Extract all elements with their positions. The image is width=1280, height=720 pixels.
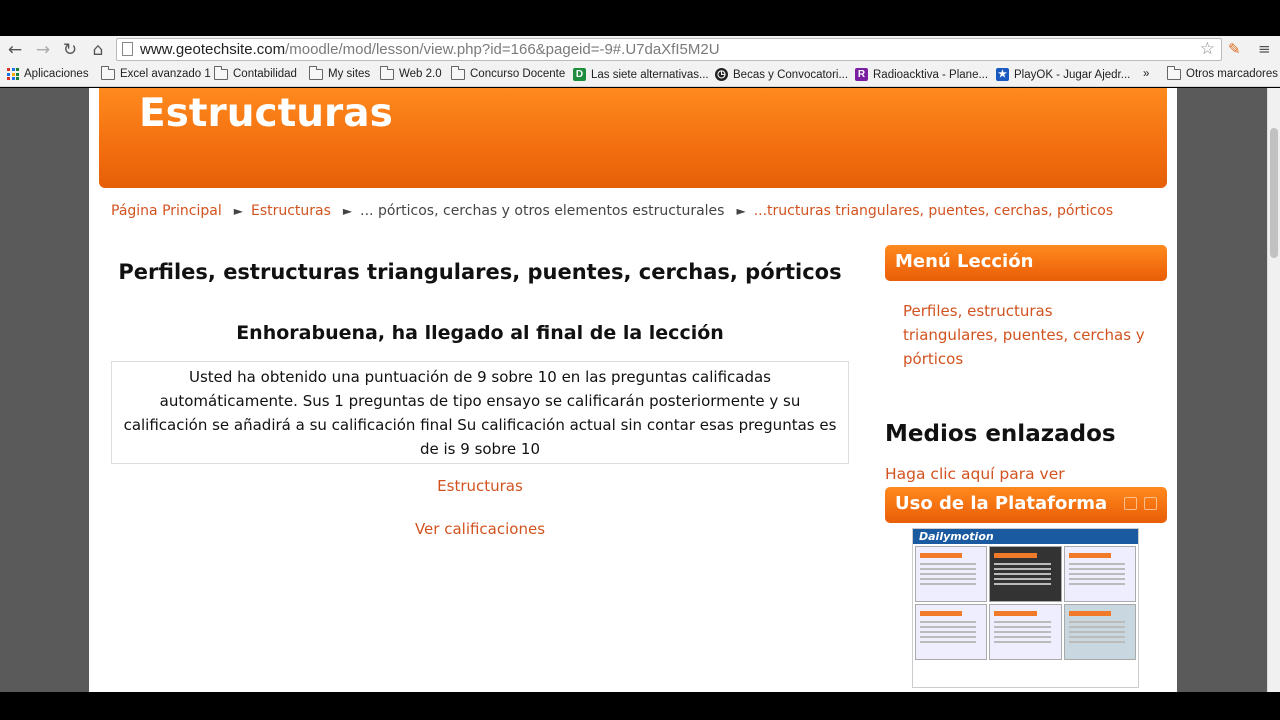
page-viewport: Estructuras Página Principal ► Estructuras… xyxy=(0,88,1280,692)
view-grades-link[interactable]: Ver calificaciones xyxy=(111,520,849,538)
lesson-title: Perfiles, estructuras triangulares, puen… xyxy=(118,260,842,284)
course-banner: Estructuras xyxy=(99,88,1167,188)
breadcrumb-course[interactable]: Estructuras xyxy=(251,203,331,219)
thumb-tile xyxy=(915,546,988,602)
address-bar[interactable]: www.geotechsite.com/moodle/mod/lesson/vi… xyxy=(116,38,1222,61)
breadcrumb-arrow-icon: ► xyxy=(342,204,353,218)
bookmarks-overflow-button[interactable]: » xyxy=(1143,68,1149,80)
bookmark-concurso[interactable]: Concurso Docente xyxy=(451,65,565,80)
video-thumbnail[interactable]: Dailymotion xyxy=(912,528,1139,688)
folder-icon xyxy=(214,65,228,80)
lesson-content: Perfiles, estructuras triangulares, puen… xyxy=(111,238,849,538)
back-arrow-icon[interactable]: ← xyxy=(4,39,26,61)
lesson-menu-item[interactable]: Perfiles, estructuras triangulares, puen… xyxy=(885,299,1167,371)
bookmark-web20[interactable]: Web 2.0 xyxy=(380,65,442,80)
thumb-tile xyxy=(915,604,988,660)
page-scrollbar[interactable] xyxy=(1267,88,1280,692)
window-bottom-bar xyxy=(0,692,1280,720)
folder-icon xyxy=(309,65,323,80)
apps-icon xyxy=(7,68,19,80)
thumb-tile xyxy=(989,604,1062,660)
bookmark-otros-marcadores[interactable]: Otros marcadores xyxy=(1167,65,1278,80)
course-title: Estructuras xyxy=(139,91,393,136)
folder-icon xyxy=(1167,65,1181,80)
breadcrumb-home[interactable]: Página Principal xyxy=(111,203,222,219)
breadcrumb: Página Principal ► Estructuras ► ... pórtico… xyxy=(111,203,1113,219)
home-icon[interactable]: ⌂ xyxy=(87,39,109,61)
breadcrumb-arrow-icon: ► xyxy=(736,204,746,218)
bookmark-playok[interactable]: ★ PlayOK - Jugar Ajedr... xyxy=(996,68,1130,81)
congrats-heading: Enhorabuena, ha llegado al final de la l… xyxy=(236,322,724,344)
d-favicon-icon: D xyxy=(573,68,586,81)
star-favicon-icon: ★ xyxy=(996,68,1009,81)
thumb-tile xyxy=(1063,546,1136,602)
linked-media-heading: Medios enlazados xyxy=(885,421,1116,447)
breadcrumb-lesson[interactable]: ...tructuras triangulares, puentes, cerc… xyxy=(754,203,1113,219)
folder-icon xyxy=(451,65,465,80)
moodle-page: Estructuras Página Principal ► Estructuras… xyxy=(89,88,1177,692)
lesson-menu-heading: Menú Lección xyxy=(885,245,1167,281)
bookmark-aplicaciones[interactable]: Aplicaciones xyxy=(7,68,89,80)
clock-favicon-icon: ◷ xyxy=(715,68,728,81)
folder-icon xyxy=(101,65,115,80)
bookmark-siete-alternativas[interactable]: D Las siete alternativas... xyxy=(573,68,709,81)
folder-icon xyxy=(380,65,394,80)
scrollbar-thumb[interactable] xyxy=(1270,128,1278,258)
url-text: www.geotechsite.com/moodle/mod/lesson/vi… xyxy=(140,41,720,58)
thumb-tile xyxy=(989,546,1062,602)
page-icon xyxy=(122,42,133,56)
reload-icon[interactable]: ↻ xyxy=(59,39,81,61)
breadcrumb-section: ... pórticos, cerchas y otros elementos … xyxy=(360,203,725,219)
thumb-tile xyxy=(1063,604,1136,660)
extension-icon[interactable]: ✎ xyxy=(1228,40,1241,58)
bookmark-star-icon[interactable]: ☆ xyxy=(1200,39,1215,59)
bookmark-becas[interactable]: ◷ Becas y Convocatori... xyxy=(715,68,848,81)
r-favicon-icon: R xyxy=(855,68,868,81)
course-link[interactable]: Estructuras xyxy=(111,477,849,495)
thumbnail-grid xyxy=(913,544,1138,662)
bookmark-radioacktiva[interactable]: R Radioacktiva - Plane... xyxy=(855,68,988,81)
dailymotion-logo: Dailymotion xyxy=(913,529,1138,544)
score-box: Usted ha obtenido una puntuación de 9 so… xyxy=(111,361,849,464)
bookmark-my-sites[interactable]: My sites xyxy=(309,65,370,80)
window-top-bar xyxy=(0,0,1280,36)
bookmark-contabilidad[interactable]: Contabilidad xyxy=(214,65,297,80)
platform-block-body: Dailymotion xyxy=(885,465,1167,692)
bookmark-excel[interactable]: Excel avanzado 1 xyxy=(101,65,211,80)
menu-icon[interactable]: ≡ xyxy=(1258,40,1271,58)
forward-arrow-icon[interactable]: → xyxy=(32,39,54,61)
breadcrumb-arrow-icon: ► xyxy=(233,204,243,218)
bookmarks-bar: Aplicaciones Excel avanzado 1 Contabilid… xyxy=(0,64,1280,87)
